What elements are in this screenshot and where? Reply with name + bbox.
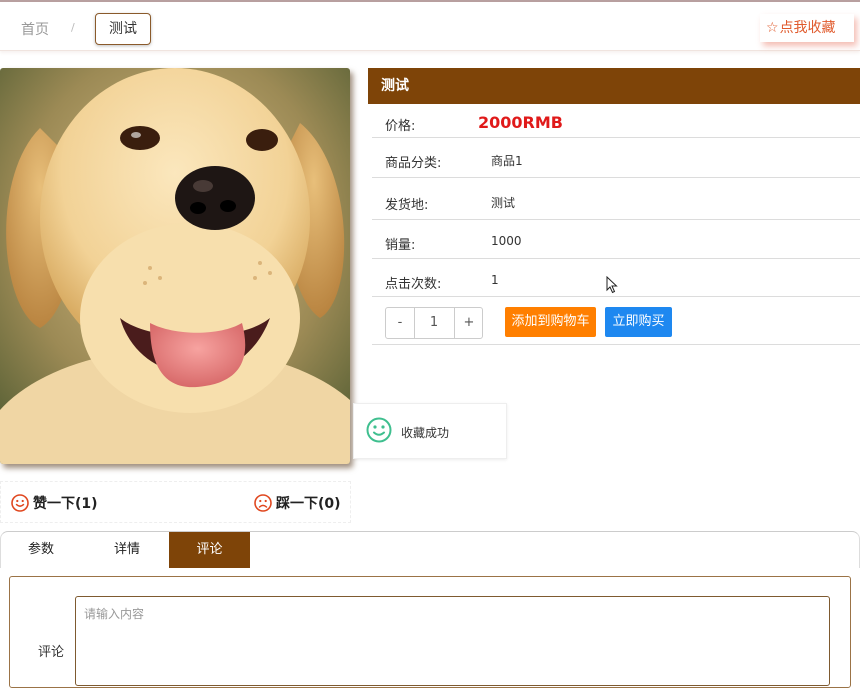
quantity-stepper[interactable]: - 1 + [385,307,483,339]
vote-bar: 赞一下(1) 踩一下(0) [0,481,351,523]
star-outline-icon: ☆ [766,20,779,36]
sales-row: 销量: 1000 [372,220,860,259]
price-value: 2000RMB [478,113,563,132]
category-label: 商品分类: [385,156,442,171]
smile-icon [366,417,392,447]
actions-divider [372,343,860,345]
breadcrumb-current[interactable]: 测试 [95,13,151,45]
product-info-panel: 测试 价格: 2000RMB 商品分类: 商品1 发货地: 测试 销量: 100… [368,68,860,345]
dislike-button[interactable]: 踩一下(0) [254,493,341,513]
tab-details[interactable]: 详情 [85,532,169,568]
comment-form: 评论 [9,576,851,688]
smile-icon [11,494,29,512]
clicks-label: 点击次数: [385,277,442,292]
tab-comments[interactable]: 评论 [169,532,250,568]
tab-bar: 参数 详情 评论 [0,531,860,568]
sales-value: 1000 [491,234,522,248]
breadcrumb: 首页 / 测试 ☆点我收藏 [0,2,860,51]
origin-row: 发货地: 测试 [372,178,860,220]
toast-text: 收藏成功 [401,426,450,440]
category-value: 商品1 [491,154,523,168]
clicks-value: 1 [491,273,499,287]
dislike-label: 踩一下(0) [276,496,341,512]
price-row: 价格: 2000RMB [372,104,860,138]
quantity-decrement-button[interactable]: - [386,308,415,338]
add-to-cart-button[interactable]: 添加到购物车 [505,307,596,337]
category-row: 商品分类: 商品1 [372,138,860,178]
favorite-button[interactable]: ☆点我收藏 [760,14,854,42]
tab-params[interactable]: 参数 [1,532,81,568]
like-label: 赞一下(1) [33,496,98,512]
favorite-label: 点我收藏 [779,20,836,36]
breadcrumb-separator: / [71,21,75,34]
comment-textarea[interactable] [75,596,830,686]
price-label: 价格: [385,119,416,134]
product-image [0,68,350,464]
toast-notification: 收藏成功 [353,403,507,459]
quantity-increment-button[interactable]: + [454,308,483,338]
origin-label: 发货地: [385,198,429,213]
sales-label: 销量: [385,238,416,253]
product-title: 测试 [368,68,860,104]
frown-icon [254,494,272,512]
mouse-cursor-icon [606,275,618,298]
breadcrumb-home-link[interactable]: 首页 [21,19,49,39]
origin-value: 测试 [491,196,516,210]
quantity-input[interactable]: 1 [415,308,453,338]
like-button[interactable]: 赞一下(1) [11,493,98,513]
comment-label: 评论 [38,645,65,660]
buy-now-button[interactable]: 立即购买 [605,307,672,337]
